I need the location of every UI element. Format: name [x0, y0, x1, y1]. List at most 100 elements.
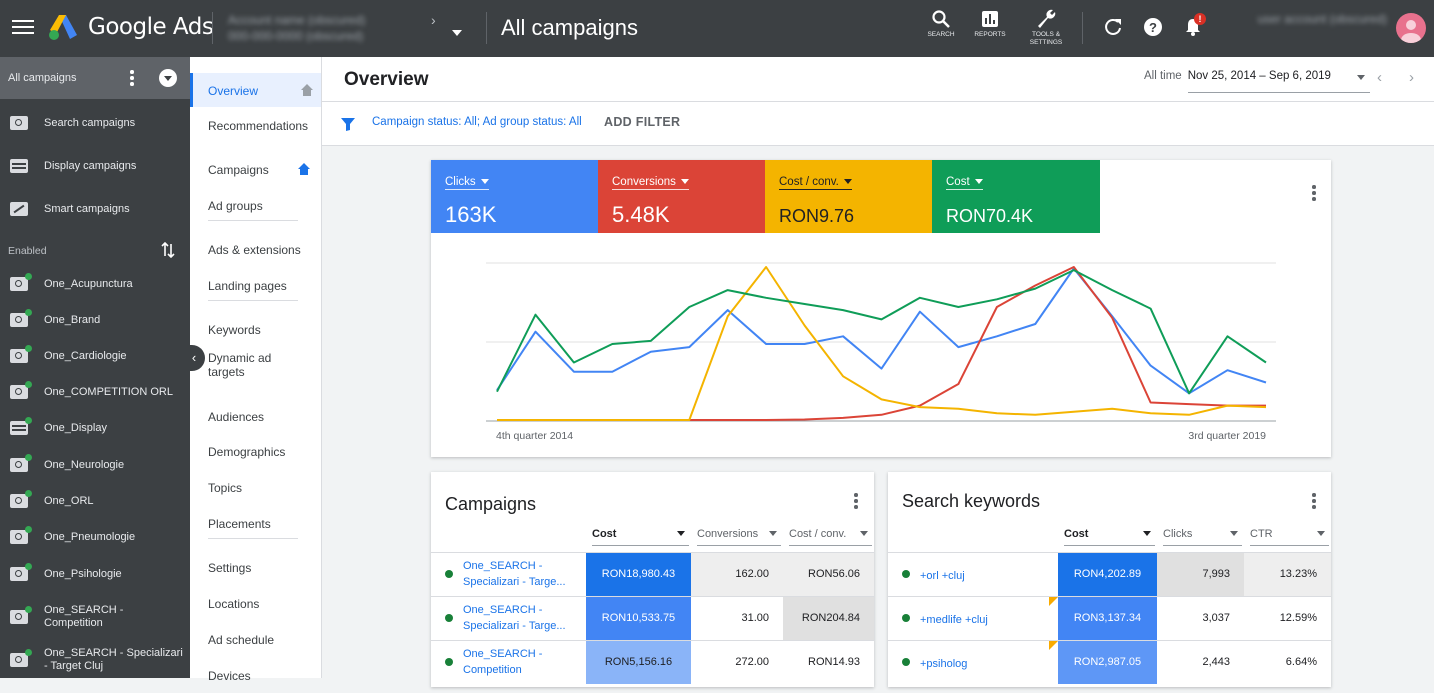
- avatar[interactable]: [1396, 13, 1426, 43]
- menu-ad-schedule[interactable]: Ad schedule: [190, 623, 321, 657]
- refresh-icon[interactable]: [1103, 17, 1123, 37]
- add-filter-button[interactable]: ADD FILTER: [604, 115, 680, 129]
- tools-settings-button[interactable]: TOOLS & SETTINGS: [1016, 7, 1076, 47]
- user-account-info[interactable]: user account (obscured): [1222, 11, 1387, 27]
- row-name-link[interactable]: One_SEARCH - Specializari - Targe...: [463, 602, 575, 634]
- keywords-more-options-icon[interactable]: [1312, 493, 1316, 511]
- menu-dynamic-ad-targets[interactable]: Dynamic ad targets: [190, 349, 310, 385]
- column-header-cost-conv[interactable]: Cost / conv.: [789, 528, 872, 546]
- column-header-ctr[interactable]: CTR: [1250, 528, 1329, 546]
- table-row: One_SEARCH - Specializari - Targe... RON1…: [431, 596, 874, 640]
- account-dropdown-icon[interactable]: [452, 30, 462, 36]
- nav-campaign-one-cardiologie[interactable]: One_Cardiologie: [0, 345, 190, 380]
- menu-campaigns[interactable]: Campaigns: [190, 153, 321, 187]
- column-header-conversions[interactable]: Conversions: [697, 528, 781, 546]
- nav-campaign-one-search-competition[interactable]: One_SEARCH - Competition: [0, 600, 190, 634]
- menu-landing-pages[interactable]: Landing pages: [190, 269, 321, 303]
- next-period-icon[interactable]: ›: [1409, 69, 1414, 86]
- menu-devices[interactable]: Devices: [190, 659, 321, 693]
- column-header-clicks[interactable]: Clicks: [1163, 528, 1242, 546]
- status-enabled-icon[interactable]: [445, 614, 453, 622]
- nav-campaign-one-brand[interactable]: One_Brand: [0, 309, 190, 344]
- more-options-icon[interactable]: [130, 70, 134, 88]
- filter-icon[interactable]: [340, 116, 356, 132]
- reports-button[interactable]: REPORTS: [960, 9, 1020, 39]
- nav-smart-campaigns[interactable]: Smart campaigns: [0, 188, 190, 231]
- active-filters[interactable]: Campaign status: All; Ad group status: A…: [372, 116, 582, 128]
- nav-search-campaigns[interactable]: Search campaigns: [0, 102, 190, 145]
- cell-cpc: RON204.84: [783, 597, 874, 640]
- metric-tile-cost[interactable]: Cost RON70.4K: [932, 160, 1100, 233]
- row-name-link[interactable]: One_SEARCH - Competition: [463, 646, 575, 678]
- menu-audiences[interactable]: Audiences: [190, 400, 321, 434]
- menu-overview[interactable]: Overview: [190, 73, 321, 107]
- notifications-button[interactable]: !: [1183, 13, 1206, 37]
- menu-demographics[interactable]: Demographics: [190, 435, 321, 469]
- all-campaigns-header[interactable]: All campaigns: [0, 57, 190, 99]
- nav-campaign-one-search-specializari-target-cluj[interactable]: One_SEARCH - Specializari - Target Cluj: [0, 643, 190, 677]
- home-icon: [298, 163, 310, 175]
- menu-settings[interactable]: Settings: [190, 551, 321, 585]
- metric-tile-conversions[interactable]: Conversions 5.48K: [598, 160, 765, 233]
- status-enabled-icon[interactable]: [902, 658, 910, 666]
- previous-period-icon[interactable]: ‹: [1377, 69, 1382, 86]
- menu-ads-extensions[interactable]: Ads & extensions: [190, 233, 321, 267]
- wrench-icon: [1038, 9, 1056, 28]
- help-icon[interactable]: ?: [1143, 17, 1163, 37]
- status-enabled-icon[interactable]: [902, 614, 910, 622]
- metric-tile-cost-conv[interactable]: Cost / conv. RON9.76: [765, 160, 932, 233]
- menu-icon[interactable]: [12, 16, 34, 38]
- smart-campaign-icon: [10, 202, 28, 216]
- chart-more-options-icon[interactable]: [1312, 185, 1316, 203]
- column-header-cost[interactable]: Cost: [1064, 528, 1155, 546]
- sort-caret-icon[interactable]: [677, 531, 685, 536]
- status-enabled-icon[interactable]: [902, 570, 910, 578]
- nav-campaign-one-psihologie[interactable]: One_Psihologie: [0, 563, 190, 598]
- divider: [486, 12, 487, 44]
- nav-campaign-one-neurologie[interactable]: One_Neurologie: [0, 454, 190, 489]
- display-campaign-icon: [10, 417, 32, 435]
- row-name-link[interactable]: +orl +cluj: [920, 568, 1050, 584]
- table-row: One_SEARCH - Specializari - Targe... RON1…: [431, 552, 874, 596]
- menu-placements[interactable]: Placements: [190, 507, 321, 541]
- expand-circle-icon[interactable]: [159, 69, 177, 87]
- date-dropdown-icon[interactable]: [1357, 75, 1365, 80]
- nav-campaign-label: One_ORL: [44, 495, 94, 507]
- sort-caret-icon[interactable]: [1317, 531, 1325, 536]
- row-name-link[interactable]: One_SEARCH - Specializari - Targe...: [463, 558, 575, 590]
- nav-campaign-one-orl[interactable]: One_ORL: [0, 490, 190, 525]
- sort-caret-icon[interactable]: [1143, 531, 1151, 536]
- row-name-link[interactable]: +medlife +cluj: [920, 612, 1050, 628]
- x-axis-end-label: 3rd quarter 2019: [1188, 430, 1266, 442]
- status-enabled-icon[interactable]: [445, 570, 453, 578]
- column-header-cost[interactable]: Cost: [592, 528, 689, 546]
- metric-tile-clicks[interactable]: Clicks 163K: [431, 160, 598, 233]
- nav-campaign-one-acupunctura[interactable]: One_Acupunctura: [0, 273, 190, 308]
- menu-recommendations[interactable]: Recommendations: [190, 109, 321, 143]
- row-name-link[interactable]: +psiholog: [920, 656, 1050, 672]
- account-id: 000-000-0000 (obscured): [228, 29, 364, 43]
- account-name[interactable]: Account name (obscured): [228, 13, 365, 27]
- sort-caret-icon[interactable]: [1230, 531, 1238, 536]
- date-range-picker[interactable]: All time Nov 25, 2014 – Sep 6, 2019: [1144, 70, 1331, 82]
- cell-cost: RON4,202.89: [1058, 553, 1157, 596]
- nav-campaign-one-pneumologie[interactable]: One_Pneumologie: [0, 526, 190, 561]
- enabled-status-dot: [25, 649, 32, 656]
- sort-caret-icon[interactable]: [769, 531, 777, 536]
- nav-campaign-one-display[interactable]: One_Display: [0, 417, 190, 452]
- nav-campaign-label: One_Cardiologie: [44, 350, 127, 362]
- nav-campaign-one-competition-orl[interactable]: One_COMPETITION ORL: [0, 381, 190, 416]
- table-row: +orl +cluj RON4,202.89 7,993 13.23%: [888, 552, 1331, 596]
- sort-icon[interactable]: [161, 242, 175, 258]
- menu-ad-groups[interactable]: Ad groups: [190, 189, 321, 223]
- nav-display-campaigns[interactable]: Display campaigns: [0, 145, 190, 188]
- menu-keywords[interactable]: Keywords: [190, 313, 321, 347]
- sort-caret-icon[interactable]: [860, 531, 868, 536]
- status-enabled-icon[interactable]: [445, 658, 453, 666]
- campaign-navigation: All campaigns Search campaigns Display ca…: [0, 57, 190, 678]
- menu-topics[interactable]: Topics: [190, 471, 321, 505]
- menu-label: Ad groups: [208, 199, 263, 213]
- campaigns-more-options-icon[interactable]: [854, 493, 858, 511]
- menu-locations[interactable]: Locations: [190, 587, 321, 621]
- column-header-label: Cost / conv.: [789, 528, 847, 540]
